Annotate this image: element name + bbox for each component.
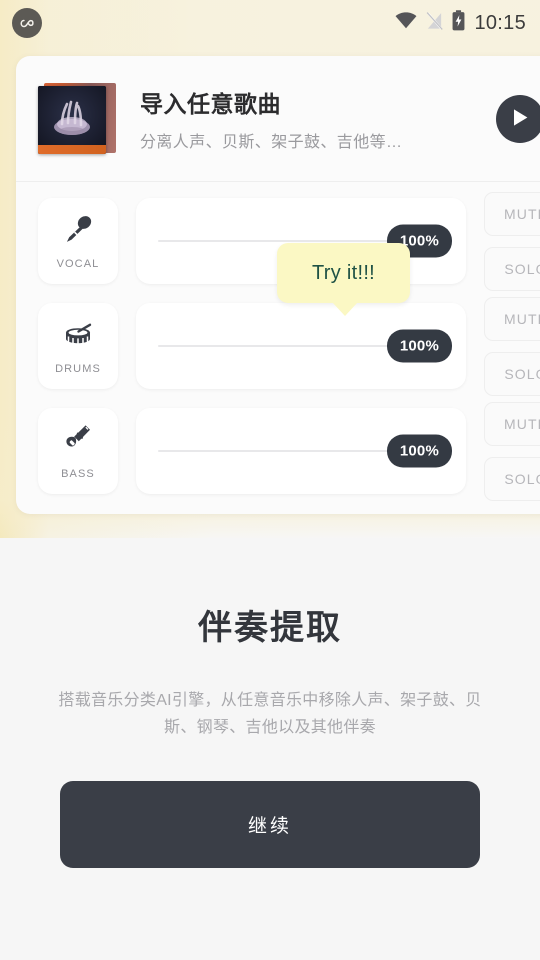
microphone-icon bbox=[61, 212, 95, 251]
bass-guitar-icon bbox=[61, 422, 95, 461]
volume-slider-drums[interactable]: 100% bbox=[136, 303, 466, 389]
song-subtitle: 分离人声、贝斯、架子鼓、吉他等… bbox=[140, 134, 403, 151]
mute-solo-group: MUTE SOLO bbox=[484, 401, 540, 501]
mute-button-vocal[interactable]: MUTE bbox=[484, 191, 540, 236]
instrument-tile-bass[interactable]: BASS bbox=[38, 408, 118, 494]
solo-label: SOLO bbox=[504, 470, 540, 487]
status-icons: 10:15 bbox=[395, 10, 526, 36]
volume-slider-bass[interactable]: 100% bbox=[136, 408, 466, 494]
album-artwork-front bbox=[38, 85, 106, 154]
promo-description: 搭载音乐分类AI引擎，从任意音乐中移除人声、架子鼓、贝斯、钢琴、吉他以及其他伴奏 bbox=[58, 692, 482, 736]
solo-label: SOLO bbox=[504, 260, 540, 277]
status-clock: 10:15 bbox=[474, 11, 526, 34]
promo-section: 伴奏提取 搭载音乐分类AI引擎，从任意音乐中移除人声、架子鼓、贝斯、钢琴、吉他以… bbox=[0, 600, 540, 741]
album-artwork bbox=[38, 81, 116, 157]
signal-off-icon bbox=[426, 11, 444, 35]
song-title: 导入任意歌曲 bbox=[140, 91, 281, 117]
solo-button-vocal[interactable]: SOLO bbox=[484, 246, 540, 291]
mute-label: MUTE bbox=[503, 310, 540, 327]
track-row: DRUMS 100% MUTE SOLO bbox=[38, 296, 540, 396]
track-row: BASS 100% MUTE SOLO bbox=[38, 401, 540, 501]
song-header[interactable]: 导入任意歌曲 分离人声、贝斯、架子鼓、吉他等… bbox=[16, 56, 540, 182]
volume-value[interactable]: 100% bbox=[386, 329, 452, 363]
status-bar: 10:15 bbox=[0, 0, 540, 46]
instrument-tile-vocal[interactable]: VOCAL bbox=[38, 198, 118, 284]
instrument-label: BASS bbox=[61, 468, 95, 480]
instrument-label: DRUMS bbox=[55, 363, 101, 375]
track-list: VOCAL 100% MUTE SOLO bbox=[16, 182, 540, 514]
mute-solo-group: MUTE SOLO bbox=[484, 191, 540, 291]
tooltip-label: Try it!!! bbox=[311, 261, 376, 284]
solo-button-drums[interactable]: SOLO bbox=[484, 351, 540, 396]
mute-label: MUTE bbox=[503, 205, 540, 222]
continue-button[interactable]: 继续 bbox=[60, 781, 480, 868]
wifi-icon bbox=[395, 12, 417, 34]
solo-label: SOLO bbox=[504, 365, 540, 382]
drums-icon bbox=[61, 317, 95, 356]
volume-value[interactable]: 100% bbox=[386, 434, 452, 468]
mute-button-bass[interactable]: MUTE bbox=[484, 401, 540, 446]
page-title: 伴奏提取 bbox=[198, 609, 342, 647]
app-logo-icon bbox=[12, 8, 42, 38]
instrument-tile-drums[interactable]: DRUMS bbox=[38, 303, 118, 389]
app-screen: 10:15 导入任意歌曲 分离人声、贝斯、架子鼓、吉他等… VOCAL 100%… bbox=[0, 0, 540, 960]
tooltip-tail-icon bbox=[331, 302, 358, 316]
instrument-label: VOCAL bbox=[56, 258, 100, 270]
song-info: 导入任意歌曲 分离人声、贝斯、架子鼓、吉他等… bbox=[140, 85, 496, 152]
play-button[interactable] bbox=[496, 94, 540, 143]
play-icon bbox=[512, 108, 529, 130]
mute-solo-group: MUTE SOLO bbox=[484, 296, 540, 396]
mute-button-drums[interactable]: MUTE bbox=[484, 296, 540, 341]
solo-button-bass[interactable]: SOLO bbox=[484, 456, 540, 501]
battery-charging-icon bbox=[452, 10, 465, 36]
album-artwork-strip bbox=[38, 144, 106, 154]
try-it-tooltip[interactable]: Try it!!! bbox=[277, 243, 410, 316]
mute-label: MUTE bbox=[503, 415, 540, 432]
